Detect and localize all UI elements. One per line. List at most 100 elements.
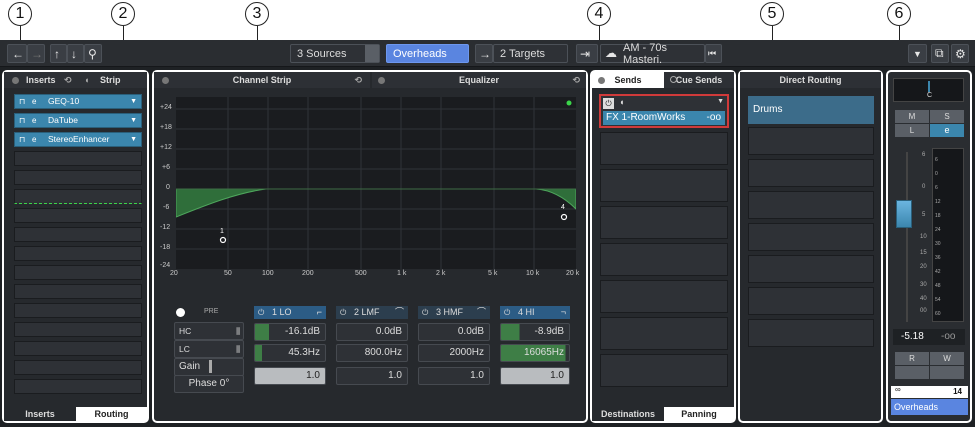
fader-track[interactable] [896, 152, 912, 322]
peak-filter-icon[interactable]: ⌒ [477, 306, 486, 319]
pan-display[interactable]: C [893, 78, 964, 102]
band-4-gain[interactable]: -8.9dB [500, 323, 570, 341]
eq-reset-icon[interactable]: ⟲ [572, 72, 580, 88]
insert-slot-empty[interactable] [14, 151, 142, 166]
strip-power-icon[interactable] [162, 77, 169, 84]
band-3-gain[interactable]: 0.0dB [418, 323, 490, 341]
insert-slot-empty[interactable] [14, 189, 142, 204]
insert-slot-1[interactable]: ⊓ e GEQ-10 ▼ [14, 94, 142, 109]
pre-power-icon[interactable] [176, 308, 185, 317]
cue-power-icon[interactable] [670, 76, 677, 83]
direct-routing-slot[interactable] [748, 191, 874, 219]
chevron-down-icon[interactable]: ▼ [717, 98, 724, 105]
send-slot-empty[interactable] [600, 354, 728, 387]
insert-edit-icon[interactable]: e [32, 114, 36, 127]
insert-bypass-icon[interactable]: ⊓ [19, 114, 25, 127]
back-button[interactable]: ← [7, 44, 27, 63]
highcut-field[interactable]: HC ⫼ [174, 322, 244, 340]
forward-button[interactable]: → [27, 44, 45, 63]
sources-toggle[interactable] [365, 45, 379, 62]
insert-slot-empty[interactable] [14, 170, 142, 185]
find-button[interactable]: ⚲ [84, 44, 102, 63]
inserts-reset-icon[interactable]: ⟲ [64, 72, 72, 88]
band-1-header[interactable]: ⏻ 1 LO ⌐ [254, 306, 326, 319]
insert-slot-empty[interactable] [14, 265, 142, 280]
insert-slot-empty[interactable] [14, 284, 142, 299]
band-1-q[interactable]: 1.0 [254, 367, 326, 385]
direct-routing-slot[interactable] [748, 319, 874, 347]
eq-curve-display[interactable]: 1 4 [176, 97, 576, 269]
tab-strip[interactable]: Strip [100, 72, 121, 88]
targets-arrow-button[interactable]: → [475, 44, 493, 63]
insert-slot-empty[interactable] [14, 360, 142, 375]
sources-selector[interactable]: 3 Sources [290, 44, 380, 63]
fader-handle[interactable] [896, 200, 912, 228]
direct-routing-slot[interactable] [748, 159, 874, 187]
insert-slot-empty[interactable] [14, 341, 142, 356]
down-button[interactable]: ↓ [67, 44, 84, 63]
insert-slot-empty[interactable] [14, 379, 142, 394]
direct-routing-slot[interactable] [748, 223, 874, 251]
insert-slot-3[interactable]: ⊓ e StereoEnhancer ▼ [14, 132, 142, 147]
chevron-down-icon[interactable]: ▼ [130, 95, 137, 108]
chevron-down-icon[interactable]: ▼ [130, 114, 137, 127]
insert-slot-empty[interactable] [14, 322, 142, 337]
send-slot-empty[interactable] [600, 132, 728, 165]
lowcut-field[interactable]: LC ⫼ [174, 340, 244, 358]
automation-lower-left[interactable] [895, 366, 929, 379]
direct-routing-item-1[interactable]: Drums [748, 96, 874, 124]
route-button[interactable]: ⇥ [576, 44, 598, 63]
tab-panning[interactable]: Panning [664, 407, 734, 421]
band-3-freq[interactable]: 2000Hz [418, 344, 490, 362]
band-1-gain[interactable]: -16.1dB [254, 323, 326, 341]
inserts-power-icon[interactable] [12, 77, 19, 84]
band-4-freq[interactable]: 16065Hz [500, 344, 570, 362]
insert-slot-2[interactable]: ⊓ e DaTube ▼ [14, 113, 142, 128]
insert-edit-icon[interactable]: e [32, 95, 36, 108]
band-3-q[interactable]: 1.0 [418, 367, 490, 385]
edit-channel-button[interactable]: e [930, 124, 964, 137]
automation-lower-right[interactable] [930, 366, 964, 379]
band-2-gain[interactable]: 0.0dB [336, 323, 408, 341]
send-prepost-icon[interactable]: ◖ [619, 97, 624, 107]
send-level-bar[interactable]: FX 1-RoomWorks -oo [603, 111, 725, 125]
chevron-down-icon[interactable]: ▼ [130, 133, 137, 146]
channel-name-field[interactable]: Overheads [386, 44, 469, 63]
phase-button[interactable]: Phase 0° [174, 375, 244, 393]
solo-button[interactable]: S [930, 110, 964, 123]
mute-button[interactable]: M [895, 110, 929, 123]
band-1-freq[interactable]: 45.3Hz [254, 344, 326, 362]
band-power-icon[interactable]: ⏻ [422, 306, 428, 319]
dropdown-button[interactable]: ▼ [908, 44, 927, 63]
band-4-q[interactable]: 1.0 [500, 367, 570, 385]
tab-sends[interactable]: Sends [614, 75, 641, 85]
direct-routing-slot[interactable] [748, 255, 874, 283]
tab-destinations[interactable]: Destinations [592, 407, 664, 421]
send-slot-empty[interactable] [600, 169, 728, 202]
eq-power-icon[interactable] [378, 77, 385, 84]
targets-selector[interactable]: 2 Targets [493, 44, 568, 63]
gain-slider[interactable]: Gain [174, 358, 244, 376]
band-3-header[interactable]: ⏻ 3 HMF ⌒ [418, 306, 490, 319]
insert-slot-empty[interactable] [14, 227, 142, 242]
band-power-icon[interactable]: ⏻ [258, 306, 264, 319]
insert-slot-empty[interactable] [14, 246, 142, 261]
write-automation-button[interactable]: W [930, 352, 964, 365]
insert-bypass-icon[interactable]: ⊓ [19, 95, 25, 108]
up-button[interactable]: ↑ [50, 44, 67, 63]
send-slot-empty[interactable] [600, 206, 728, 239]
hc-filter-icon[interactable]: ⫼ [236, 323, 240, 339]
insert-slot-empty[interactable] [14, 208, 142, 223]
preset-field[interactable]: ☁ AM - 70s Masteri. [600, 42, 705, 66]
direct-routing-slot[interactable] [748, 287, 874, 315]
lowshelf-icon[interactable]: ⌐ [317, 306, 322, 319]
tab-routing-bottom[interactable]: Routing [76, 407, 147, 421]
insert-edit-icon[interactable]: e [32, 133, 36, 146]
send-slot-empty[interactable] [600, 280, 728, 313]
band-power-icon[interactable]: ⏻ [340, 306, 346, 319]
preset-reset-button[interactable]: ⏮ [705, 44, 722, 63]
tab-cue-sends[interactable]: Cue Sends [676, 75, 723, 85]
insert-slot-empty[interactable] [14, 303, 142, 318]
tab-inserts-bottom[interactable]: Inserts [4, 407, 76, 421]
strip-reset-icon[interactable]: ⟲ [354, 72, 362, 88]
